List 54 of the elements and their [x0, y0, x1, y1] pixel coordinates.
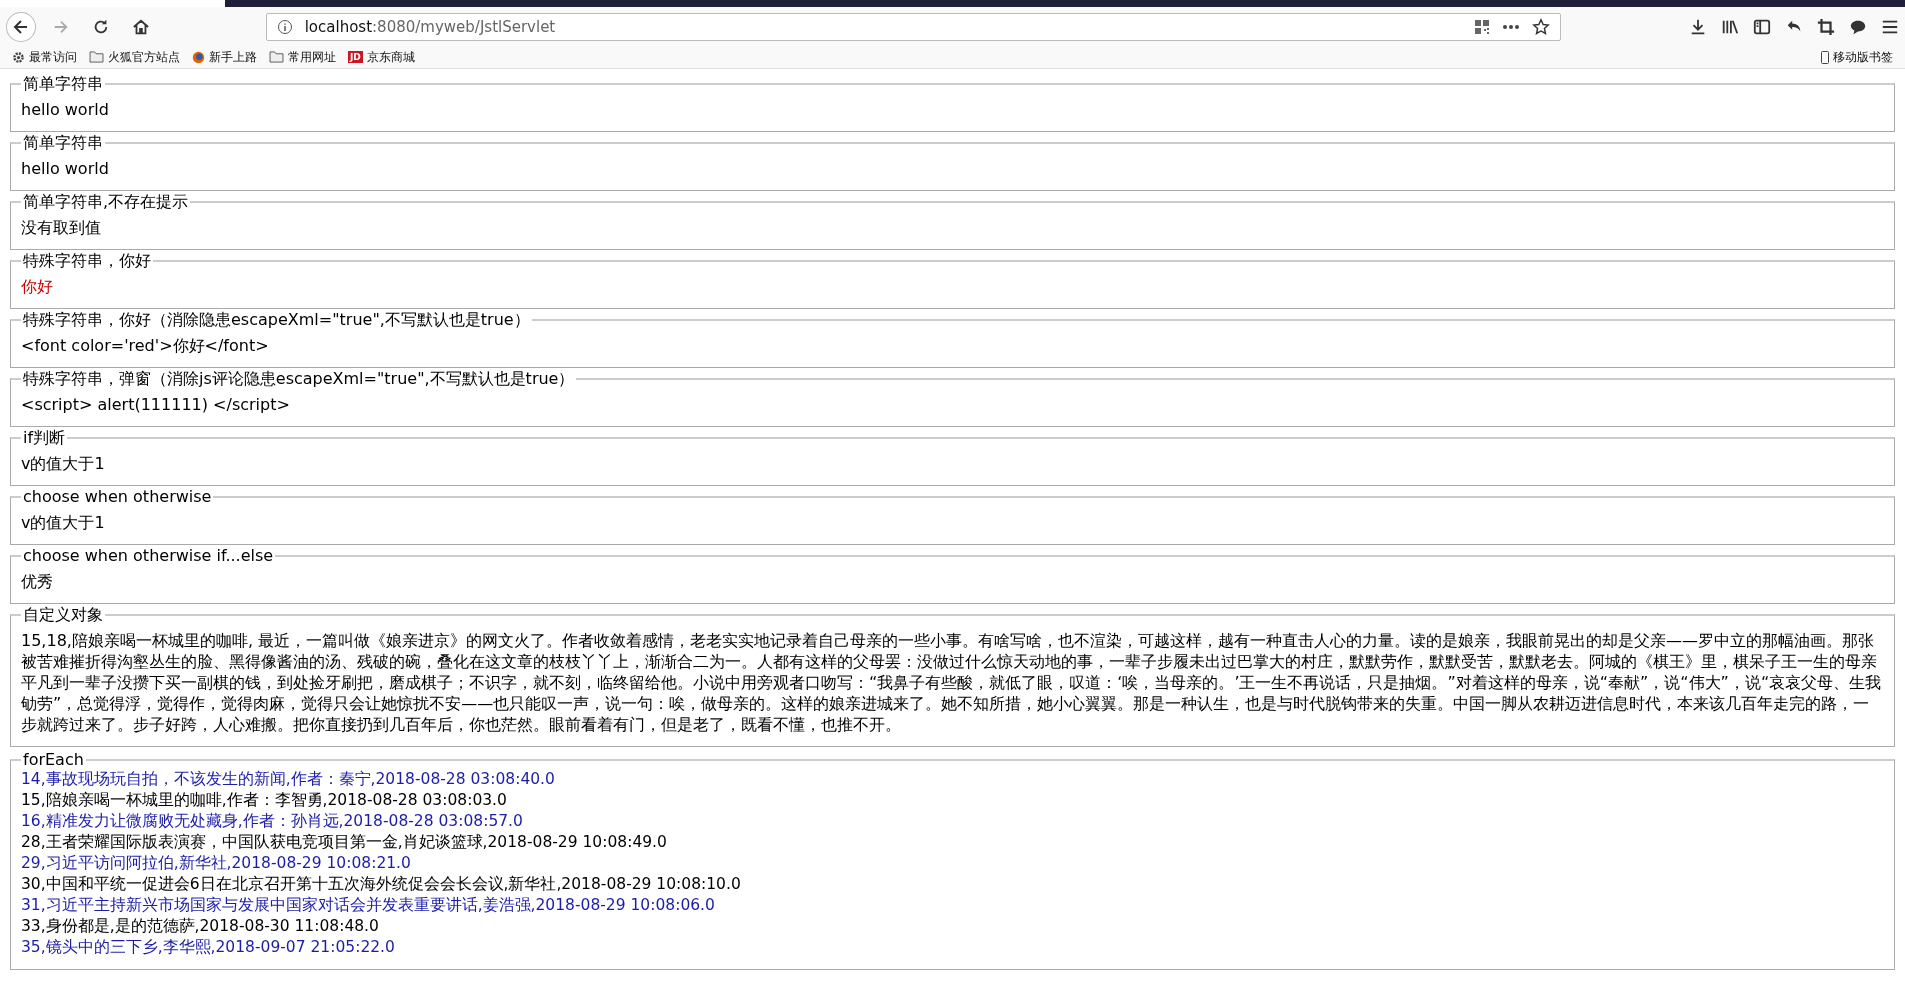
star-icon[interactable]: [1532, 17, 1550, 36]
bookmark-link[interactable]: 京东商城: [366, 48, 415, 66]
output-text: hello world: [21, 158, 110, 179]
output-text: v的值大于1: [21, 453, 106, 474]
crop-icon[interactable]: [1817, 17, 1835, 36]
news-item: 31,习近平主持新兴市场国家与发展中国家对话会并发表重要讲话,姜浩强,2018-08-29 10:08:06.0: [21, 895, 716, 916]
output-text: 15,18,陪娘亲喝一杯城里的咖啡, 最近，一篇叫做《娘亲进京》的网文火了。作者收敛着感情，老老实实地记录着自己母亲的一些小事。有啥写啥，也不渲染，可越这样，越有一种直击人心的力量。读的是娘亲，我眼前晃出的却是父亲——罗中立的那幅油画。那张被苦难摧折得沟壑丛生的脸、黑得像酱油的汤、残破的碗，叠化在这文章的枝枝丫丫上，渐渐合二为一。人都有这样的父母罢：没做过什么惊天动地的事，一辈子步履未出过巴掌大的村庄，默默劳作，默默受苦，默默老去。阿城的《棋王》里，棋呆子王一生的母亲平凡到一辈子没攒下买一副棋的钱，到处捡牙刷把，磨成棋子；不识字，就不刻，临终留给他。小说中用旁观者口吻写：“我鼻子有些酸，就低了眼，叹道：‘唉，当母亲的。’王一生不再说话，只是抽烟。”对着这样的母亲，说“奉献”，说“伟大”，说“哀哀父母、生我劬劳”，总觉得浮，觉得作，觉得肉麻，觉得只会让她惊扰不安——也只能叹一声，说一句：唉，做母亲的。这样的娘亲进城来了。她不知所措，她小心翼翼。那是一种认生，也是与时代脱钩带来的失重。中国一脚从农耕迈进信息时代，本来该几百年走完的路，一步就跨过来了。步子好跨，人心难搬。把你直接扔到几百年后，你也茫然。眼前看着有门，但是老了，既看不懂，也推不开。: [21, 630, 1883, 735]
news-item: 28,王者荣耀国际版表演赛，中国队获电竞项目第一金,肖妃谈篮球,2018-08-29 10:08:49.0: [21, 832, 668, 853]
shop-logo: JD: [348, 51, 363, 63]
globe-icon: [192, 50, 205, 64]
qr-code-icon[interactable]: [1474, 18, 1490, 35]
folder-icon: [89, 51, 104, 63]
mobile-bookmarks-link[interactable]: 移动版书签: [1833, 48, 1893, 66]
url-text: localhost:8080/myweb/JstlServlet: [304, 17, 556, 36]
fieldset-legend: 简单字符串,不存在提示: [21, 193, 191, 211]
output-text: hello world: [21, 99, 110, 120]
sidebar-icon[interactable]: [1753, 17, 1771, 36]
address-bar[interactable]: localhost:8080/myweb/JstlServlet: [265, 12, 1561, 41]
bookmark-link[interactable]: 火狐官方站点: [108, 48, 180, 66]
fieldset-legend: choose when otherwise: [21, 488, 214, 506]
fieldset-legend: 简单字符串: [21, 75, 105, 93]
news-item: 14,事故现场玩自拍，不该发生的新闻,作者：秦宁,2018-08-28 03:08:40.0: [21, 769, 556, 790]
output-text: 你好: [21, 276, 54, 297]
output-text: 没有取到值: [21, 217, 102, 238]
fieldset-legend: 特殊字符串，弹窗（消除js评论隐患escapeXml="true",不写默认也是true）: [21, 370, 577, 388]
fieldset-legend: 特殊字符串，你好: [21, 252, 153, 270]
fieldset-legend: if判断: [21, 429, 68, 447]
news-item: 35,镜头中的三下乡,李华熙,2018-09-07 21:05:22.0: [21, 937, 396, 958]
output-text: <font color='red'>你好</font>: [21, 335, 270, 356]
news-item: 16,精准发力让微腐败无处藏身,作者：孙肖远,2018-08-28 03:08:57.0: [21, 811, 524, 832]
output-text: v的值大于1: [21, 512, 106, 533]
fieldset-legend: 简单字符串: [21, 134, 105, 152]
bookmark-link[interactable]: 常用网址: [288, 48, 336, 66]
output-text: 优秀: [21, 571, 54, 592]
back-button[interactable]: [6, 11, 36, 42]
home-icon[interactable]: [131, 17, 150, 36]
folder-icon: [269, 51, 284, 63]
news-item: 30,中国和平统一促进会6日在北京召开第十五次海外统促会会长会议,新华社,2018-08-29 10:08:10.0: [21, 874, 742, 895]
fieldset-legend: 自定义对象: [21, 606, 105, 624]
bookmark-link[interactable]: 新手上路: [209, 48, 257, 66]
fieldset-legend: 特殊字符串，你好（消除隐患escapeXml="true",不写默认也是true）: [21, 311, 532, 329]
info-icon[interactable]: [276, 18, 293, 35]
bookmark-link[interactable]: 最常访问: [29, 48, 77, 66]
fieldset-legend: choose when otherwise if...else: [21, 547, 276, 565]
download-icon[interactable]: [1689, 17, 1707, 36]
gear-icon: [12, 50, 25, 64]
library-icon[interactable]: [1721, 17, 1739, 36]
more-icon[interactable]: [1502, 23, 1520, 30]
output-text: <script> alert(111111) </script>: [21, 394, 291, 415]
phone-icon: [1821, 50, 1829, 64]
news-item: 33,身份都是,是的范德萨,2018-08-30 11:08:48.0: [21, 916, 380, 937]
fieldset-legend: forEach: [21, 751, 86, 769]
news-item: 29,习近平访问阿拉伯,新华社,2018-08-29 10:08:21.0: [21, 853, 412, 874]
news-item: 15,陪娘亲喝一杯城里的咖啡,作者：李智勇,2018-08-28 03:08:03.0: [21, 790, 508, 811]
